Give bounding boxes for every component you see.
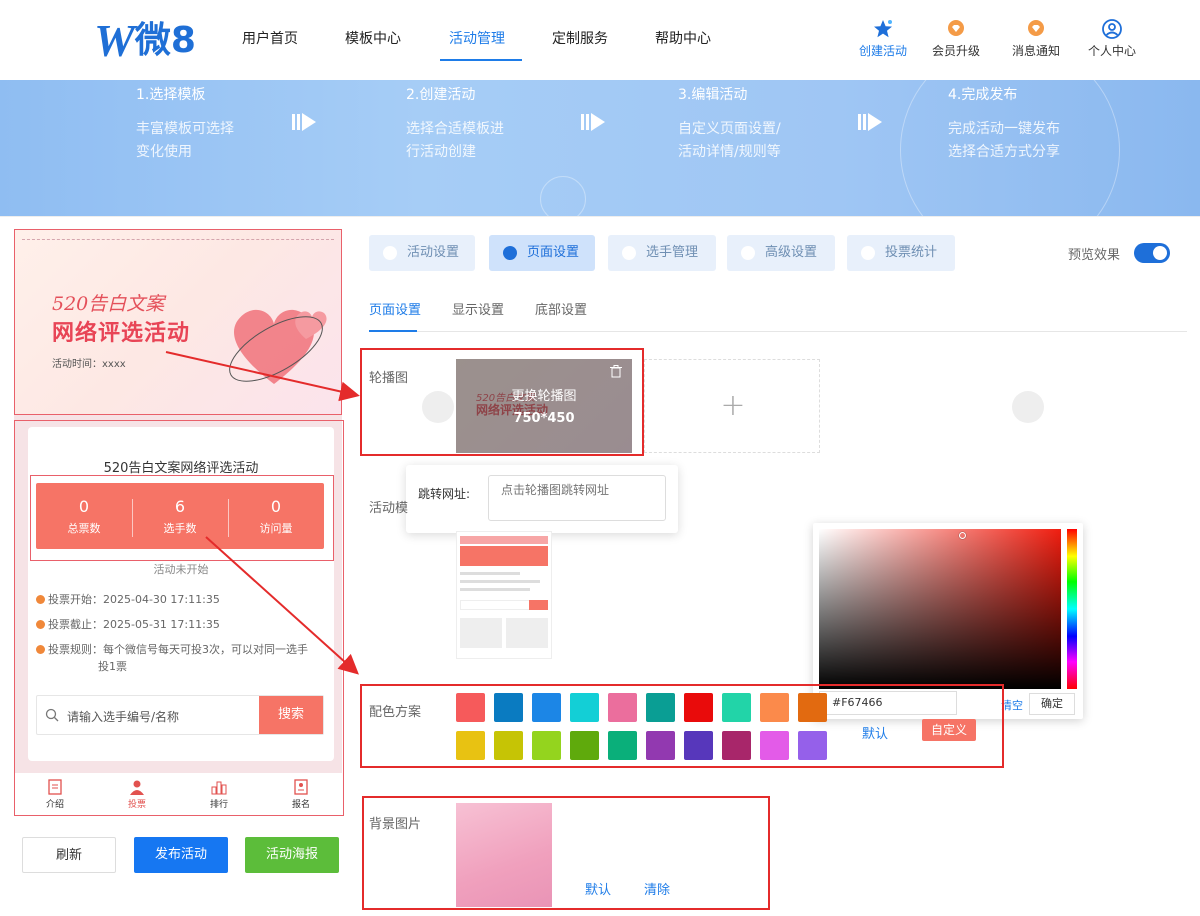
color-scheme-highlight xyxy=(360,684,1004,768)
template-label: 活动模 xyxy=(369,501,409,516)
step-desc: 完成活动一键发布 xyxy=(948,121,1060,137)
saturation-panel[interactable] xyxy=(819,529,1061,689)
logo-text: 微8 xyxy=(134,20,196,61)
profile-button[interactable]: 个人中心 xyxy=(1082,18,1142,59)
preview-effect-toggle[interactable] xyxy=(1134,243,1170,263)
notification-button[interactable]: 消息通知 xyxy=(1006,18,1066,59)
nav-help[interactable]: 帮助中心 xyxy=(655,28,711,48)
step-1: 1.选择模板 丰富模板可选择 变化使用 xyxy=(136,84,234,164)
upgrade-button[interactable]: 会员升级 xyxy=(926,18,986,59)
step-title: 3.编辑活动 xyxy=(678,87,748,103)
step-title: 4.完成发布 xyxy=(948,87,1018,103)
subtab-active-underline xyxy=(369,330,417,332)
picker-clear-button[interactable]: 清空 xyxy=(1001,697,1023,713)
tab-label: 页面设置 xyxy=(527,245,580,260)
step-2: 2.创建活动 选择合适模板进 行活动创建 xyxy=(406,84,504,164)
jump-url-input[interactable] xyxy=(488,475,666,521)
chart-icon xyxy=(861,246,875,260)
subtab-page-settings[interactable]: 页面设置 xyxy=(369,299,421,318)
step-title: 2.创建活动 xyxy=(406,87,476,103)
tab-vote-stats[interactable]: 投票统计 xyxy=(847,235,955,271)
template-thumbnail[interactable] xyxy=(456,531,552,659)
tab-label: 活动设置 xyxy=(407,245,460,260)
picker-ok-button[interactable]: 确定 xyxy=(1029,693,1075,715)
step-desc: 选择合适方式分享 xyxy=(948,144,1060,160)
subtab-display-settings[interactable]: 显示设置 xyxy=(452,299,504,318)
top-bar: W 微8 用户首页 模板中心 活动管理 定制服务 帮助中心 创建活动 会员升级 … xyxy=(0,0,1200,80)
arrow-right-icon xyxy=(858,113,882,131)
nav-active-underline xyxy=(440,59,522,61)
add-carousel-button[interactable]: + xyxy=(644,359,820,453)
tab-contestant-manage[interactable]: 选手管理 xyxy=(608,235,716,271)
color-knob[interactable] xyxy=(959,532,966,539)
step-title: 1.选择模板 xyxy=(136,87,206,103)
logo-mark: W xyxy=(94,15,135,66)
nav-custom-service[interactable]: 定制服务 xyxy=(552,28,608,48)
nav-home[interactable]: 用户首页 xyxy=(242,28,298,48)
tab-label: 投票统计 xyxy=(885,245,938,260)
upgrade-label: 会员升级 xyxy=(931,44,980,58)
step-desc: 活动详情/规则等 xyxy=(678,144,781,160)
tab-label: 选手管理 xyxy=(646,245,699,260)
bg-image-highlight xyxy=(362,796,770,910)
steps-banner: 1.选择模板 丰富模板可选择 变化使用 2.创建活动 选择合适模板进 行活动创建… xyxy=(0,80,1200,216)
user-circle-icon xyxy=(1102,19,1122,39)
jump-url-label: 跳转网址: xyxy=(418,487,471,501)
tab-label: 高级设置 xyxy=(765,245,818,260)
user-icon xyxy=(622,246,636,260)
notification-label: 消息通知 xyxy=(1011,44,1060,58)
layout-icon xyxy=(503,246,517,260)
bell-badge-icon xyxy=(1028,20,1044,36)
subtab-divider xyxy=(369,331,1187,332)
carousel-highlight xyxy=(360,348,644,456)
nav-templates[interactable]: 模板中心 xyxy=(345,28,401,48)
main-panel: 520告白文案 网络评选活动 活动时间：xxxx 520告白文案网络评选活动 0… xyxy=(0,216,1200,915)
create-activity-button[interactable]: 创建活动 xyxy=(853,18,913,59)
preview-effect-label: 预览效果 xyxy=(1068,248,1121,263)
logo[interactable]: W 微8 xyxy=(94,18,196,64)
settings-icon xyxy=(383,246,397,260)
create-activity-label: 创建活动 xyxy=(858,44,907,58)
step-4: 4.完成发布 完成活动一键发布 选择合适方式分享 xyxy=(948,84,1060,164)
arrow-right-icon xyxy=(581,113,605,131)
star-icon xyxy=(874,20,892,38)
plus-icon: + xyxy=(720,388,746,423)
tab-activity-settings[interactable]: 活动设置 xyxy=(369,235,475,271)
step-desc: 选择合适模板进 xyxy=(406,121,504,137)
carousel-next-icon[interactable] xyxy=(1012,391,1044,423)
step-desc: 自定义页面设置/ xyxy=(678,121,781,137)
profile-label: 个人中心 xyxy=(1087,44,1136,58)
step-3: 3.编辑活动 自定义页面设置/ 活动详情/规则等 xyxy=(678,84,781,164)
step-desc: 丰富模板可选择 xyxy=(136,121,234,137)
vip-badge-icon xyxy=(948,20,964,36)
jump-url-popover: 跳转网址: xyxy=(406,465,678,533)
arrow-right-icon xyxy=(292,113,316,131)
hue-slider[interactable] xyxy=(1067,529,1077,689)
nav-activity-manage[interactable]: 活动管理 xyxy=(449,28,505,48)
tab-page-settings[interactable]: 页面设置 xyxy=(489,235,595,271)
step-desc: 行活动创建 xyxy=(406,144,476,160)
tab-advanced-settings[interactable]: 高级设置 xyxy=(727,235,835,271)
step-desc: 变化使用 xyxy=(136,144,192,160)
percent-icon xyxy=(741,246,755,260)
subtab-footer-settings[interactable]: 底部设置 xyxy=(535,299,587,318)
